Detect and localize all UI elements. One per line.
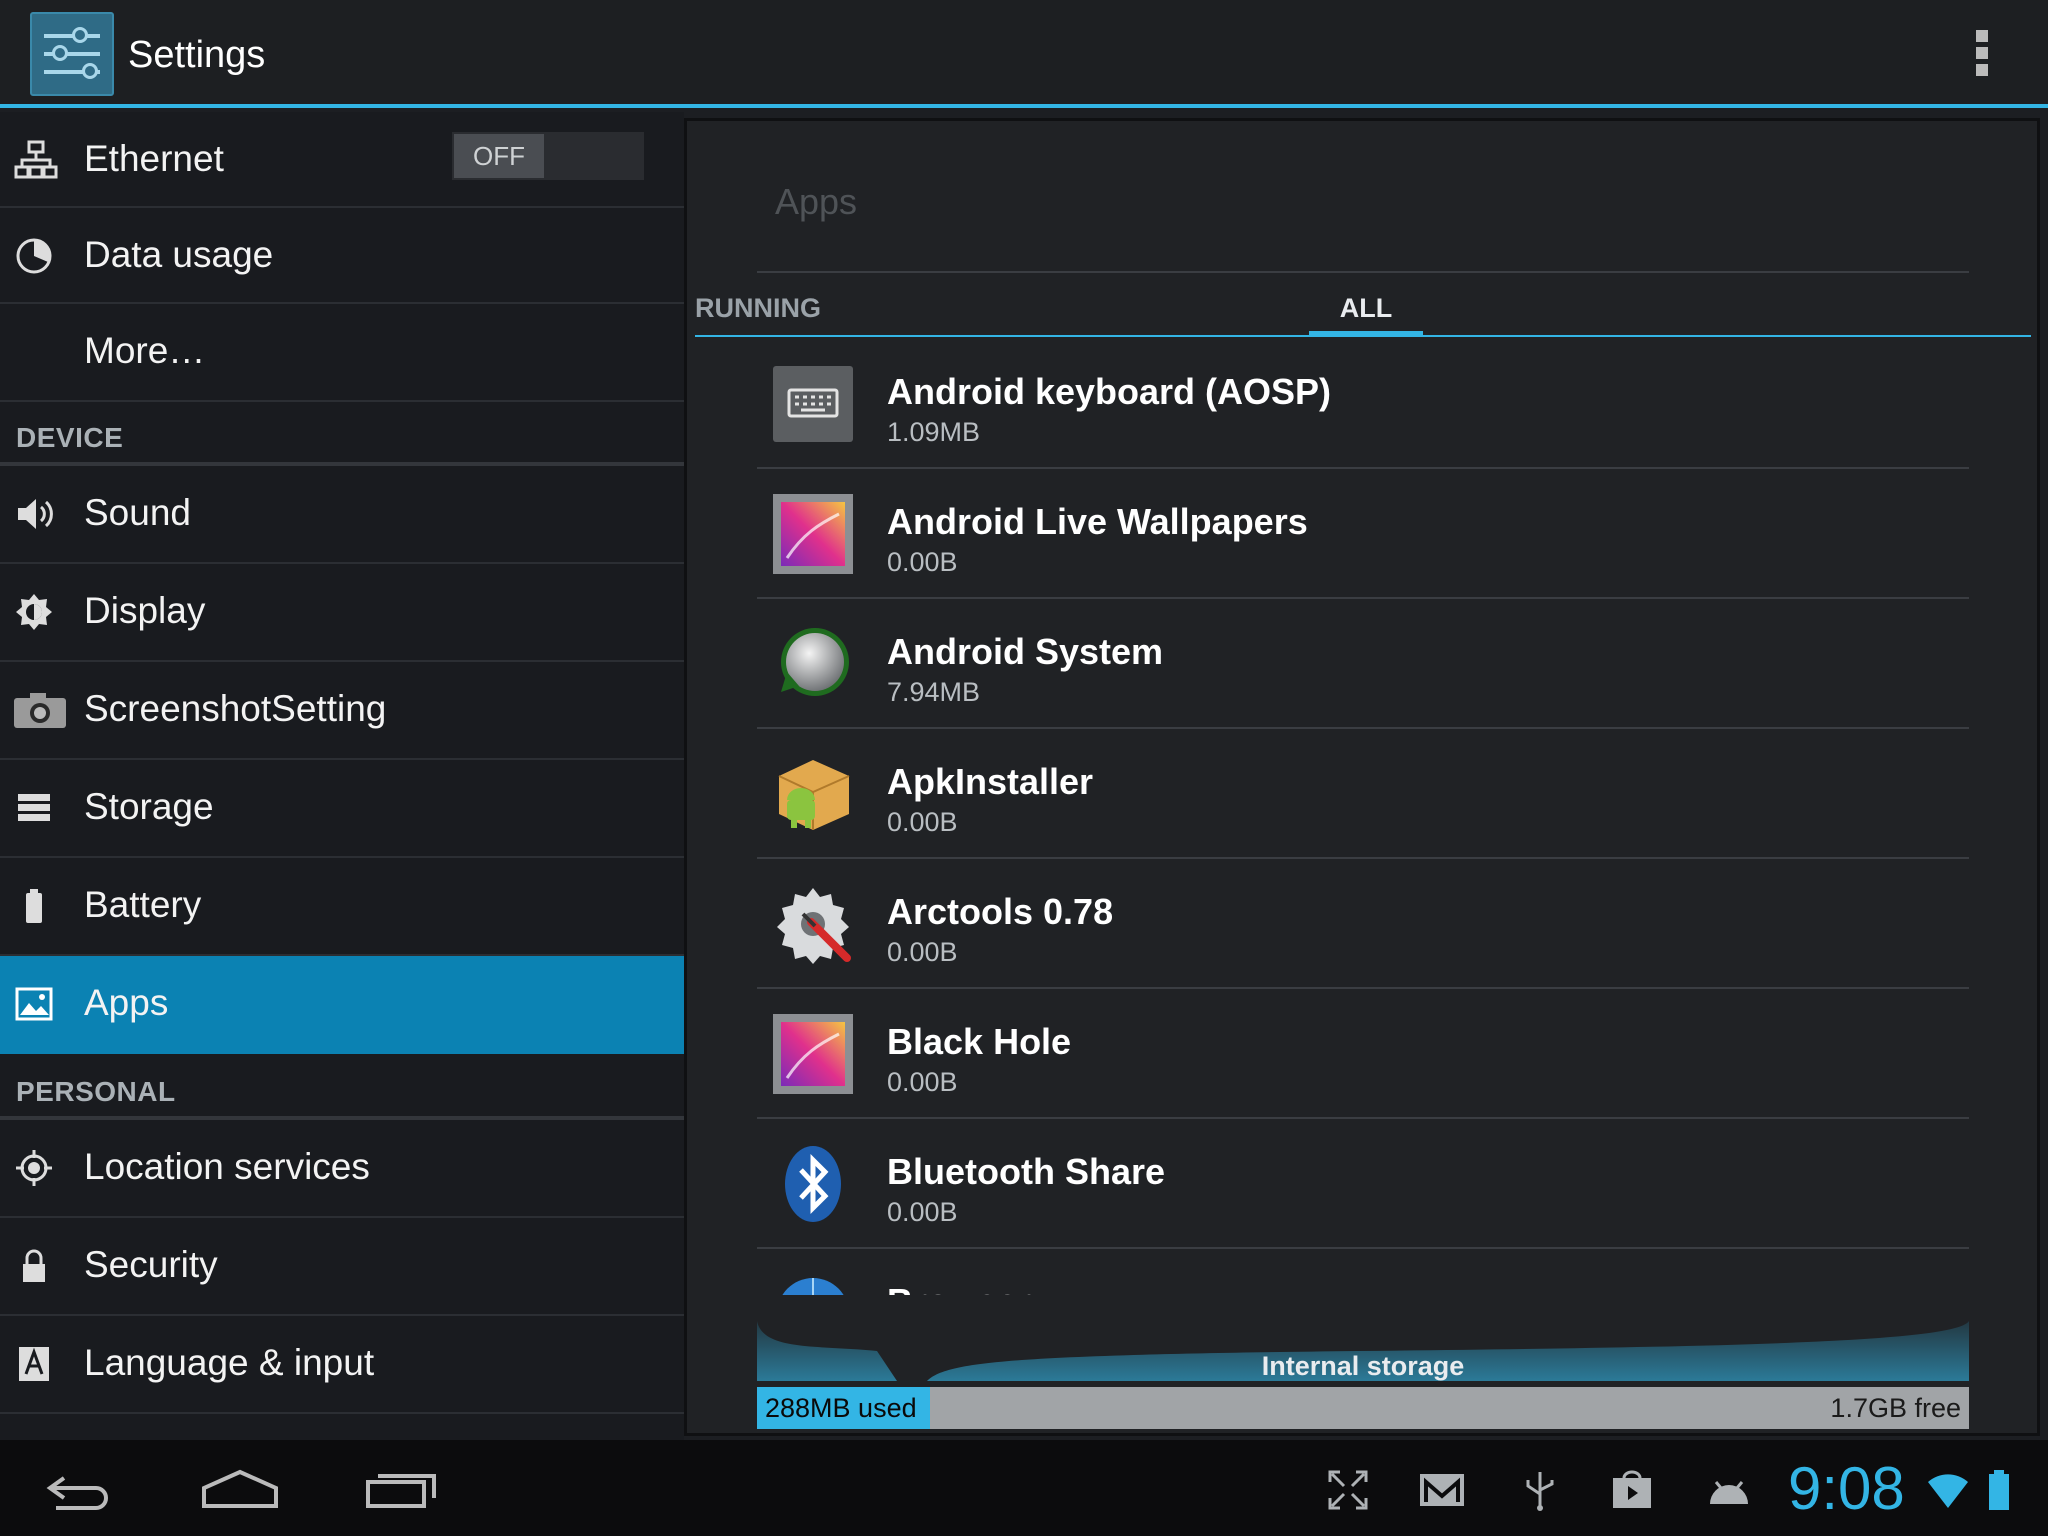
- app-name: Browser: [887, 1281, 1031, 1295]
- camera-icon: [12, 690, 68, 730]
- section-header-device: DEVICE: [16, 422, 124, 453]
- internal-storage-meter: Internal storage 288MB used 1.7GB free: [757, 1321, 1969, 1433]
- sidebar-item-data-usage[interactable]: Data usage: [0, 208, 684, 304]
- app-size: 7.94MB: [887, 677, 981, 707]
- panel-title: Apps: [775, 181, 858, 222]
- storage-bar: 288MB used 1.7GB free: [757, 1387, 1969, 1429]
- sidebar-item-screenshotsetting[interactable]: ScreenshotSetting: [0, 662, 684, 760]
- screenshot-expand-icon[interactable]: [1326, 1468, 1370, 1512]
- sidebar-item-language-input[interactable]: Language & input: [0, 1316, 684, 1414]
- title-divider: [757, 271, 1969, 273]
- app-name: Black Hole: [887, 1021, 1072, 1062]
- app-name: Arctools 0.78: [887, 891, 1114, 932]
- app-name: Android System: [887, 631, 1164, 672]
- system-bar: 9:08: [0, 1440, 2048, 1536]
- gmail-icon[interactable]: [1418, 1468, 1466, 1512]
- ethernet-toggle[interactable]: OFF: [452, 132, 644, 180]
- keyboard-letter-icon: [14, 1344, 54, 1384]
- sidebar-item-label: Ethernet: [84, 138, 224, 179]
- bluetooth-icon: [773, 1144, 853, 1224]
- app-size: 0.00B: [887, 547, 958, 577]
- sidebar-item-label: Data usage: [84, 234, 274, 275]
- sidebar-item-label: Battery: [84, 884, 202, 925]
- play-store-icon[interactable]: [1610, 1468, 1654, 1512]
- sidebar-item-label: ScreenshotSetting: [84, 688, 387, 729]
- list-item-black-hole[interactable]: Black Hole 0.00B: [757, 989, 1969, 1119]
- sidebar-item-location-services[interactable]: Location services: [0, 1120, 684, 1218]
- list-item-arctools[interactable]: Arctools 0.78 0.00B: [757, 859, 1969, 989]
- sidebar-item-apps[interactable]: Apps: [0, 956, 684, 1054]
- sidebar-item-security[interactable]: Security: [0, 1218, 684, 1316]
- list-item-apkinstaller[interactable]: ApkInstaller 0.00B: [757, 729, 1969, 859]
- app-name: Bluetooth Share: [887, 1151, 1166, 1192]
- usb-icon[interactable]: [1518, 1468, 1562, 1512]
- package-android-icon: [773, 754, 853, 834]
- app-size: 0.00B: [887, 807, 958, 837]
- sidebar-item-storage[interactable]: Storage: [0, 760, 684, 858]
- gear-screwdriver-icon: [773, 884, 853, 964]
- home-button[interactable]: [200, 1464, 280, 1514]
- page-title: Settings: [128, 34, 266, 76]
- action-bar: Settings: [0, 0, 2048, 108]
- sidebar-item-label: Storage: [84, 786, 214, 827]
- storage-icon: [14, 788, 54, 828]
- display-brightness-icon: [14, 592, 54, 632]
- sidebar-item-sound[interactable]: Sound: [0, 466, 684, 564]
- apps-panel: Apps RUNNING ALL Android keyboard (AOSP)…: [684, 118, 2040, 1436]
- recent-apps-button[interactable]: [364, 1464, 440, 1514]
- wallpaper-icon: [773, 494, 853, 574]
- tab-running[interactable]: RUNNING: [695, 293, 821, 324]
- sidebar-item-label: Location services: [84, 1146, 370, 1187]
- location-icon: [14, 1148, 54, 1188]
- sidebar-item-label: Display: [84, 590, 206, 631]
- sidebar-item-ethernet[interactable]: Ethernet OFF: [0, 112, 684, 208]
- list-item-browser[interactable]: Browser: [757, 1249, 1969, 1295]
- app-name: Android keyboard (AOSP): [887, 371, 1332, 412]
- data-usage-icon: [14, 236, 54, 276]
- settings-sidebar: Ethernet OFF Data usage More… DEVICE Sou…: [0, 112, 684, 1440]
- list-item-android-keyboard[interactable]: Android keyboard (AOSP) 1.09MB: [757, 339, 1969, 469]
- android-debug-icon[interactable]: [1704, 1468, 1754, 1512]
- sidebar-item-label: Security: [84, 1244, 218, 1285]
- list-item-bluetooth-share[interactable]: Bluetooth Share 0.00B: [757, 1119, 1969, 1249]
- list-item-android-live-wallpapers[interactable]: Android Live Wallpapers 0.00B: [757, 469, 1969, 599]
- android-system-icon: [773, 624, 853, 704]
- ethernet-icon: [14, 140, 58, 180]
- battery-icon: [14, 886, 54, 926]
- tab-all[interactable]: ALL: [1309, 293, 1423, 324]
- globe-icon: [773, 1274, 853, 1295]
- overflow-menu-icon[interactable]: [1972, 30, 1992, 80]
- app-size: 0.00B: [887, 937, 958, 967]
- storage-used: 288MB used: [757, 1387, 931, 1429]
- lock-icon: [14, 1246, 54, 1286]
- storage-free: 1.7GB free: [1830, 1393, 1961, 1423]
- back-button[interactable]: [44, 1464, 116, 1514]
- app-name: Android Live Wallpapers: [887, 501, 1308, 542]
- app-size: 1.09MB: [887, 417, 981, 447]
- sidebar-item-more[interactable]: More…: [0, 304, 684, 402]
- section-header-personal: PERSONAL: [16, 1076, 176, 1107]
- sidebar-item-label: Apps: [84, 982, 169, 1023]
- sidebar-item-label: More…: [84, 330, 206, 371]
- battery-status-icon[interactable]: [1986, 1468, 2012, 1512]
- wallpaper-icon: [773, 1014, 853, 1094]
- tab-selected-indicator: [1309, 331, 1423, 337]
- app-name: ApkInstaller: [887, 761, 1094, 802]
- settings-app-icon[interactable]: [30, 12, 114, 96]
- wifi-icon[interactable]: [1926, 1468, 1970, 1512]
- keyboard-icon: [773, 364, 853, 444]
- sidebar-item-battery[interactable]: Battery: [0, 858, 684, 956]
- app-list[interactable]: Android keyboard (AOSP) 1.09MB Android L…: [757, 339, 1969, 1295]
- sidebar-item-label: Language & input: [84, 1342, 375, 1383]
- apps-icon: [14, 984, 54, 1024]
- app-size: 0.00B: [887, 1067, 958, 1097]
- toggle-off-label: OFF: [454, 134, 544, 178]
- clock[interactable]: 9:08: [1788, 1454, 1905, 1523]
- speaker-icon: [14, 494, 54, 534]
- sidebar-item-display[interactable]: Display: [0, 564, 684, 662]
- storage-label: Internal storage: [1261, 1351, 1465, 1381]
- sidebar-item-label: Sound: [84, 492, 191, 533]
- app-size: 0.00B: [887, 1197, 958, 1227]
- list-item-android-system[interactable]: Android System 7.94MB: [757, 599, 1969, 729]
